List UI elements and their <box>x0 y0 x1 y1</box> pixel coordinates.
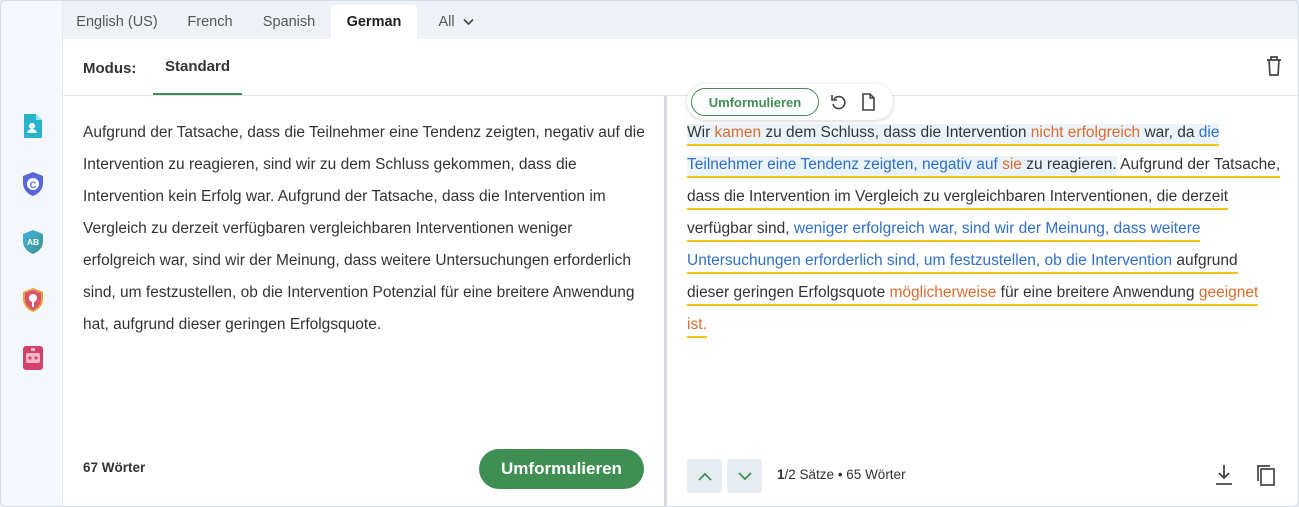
changed-word[interactable]: sie <box>1002 156 1022 173</box>
output-word-count: 65 Wörter <box>846 467 906 482</box>
chevron-down-icon <box>737 471 752 480</box>
chevron-up-icon <box>697 472 712 481</box>
modus-label: Modus: <box>83 60 137 77</box>
pane-divider[interactable] <box>664 96 667 506</box>
paraphraser-window: C AB English (US) French Spanish German … <box>0 0 1299 507</box>
sentence-word-info: 1/2 Sätze • 65 Wörter <box>777 467 906 482</box>
shield-c-icon[interactable]: C <box>21 171 45 197</box>
output-phrase: war, da <box>1140 124 1199 141</box>
previous-sentence-button[interactable] <box>687 459 722 493</box>
ab-shield-icon[interactable]: AB <box>21 229 45 255</box>
robot-icon[interactable] <box>21 345 45 371</box>
tab-french[interactable]: French <box>171 5 249 39</box>
output-phrase: zu dem Schluss, dass die Intervention <box>761 124 1031 141</box>
output-phrase: zu reagieren <box>1021 156 1113 173</box>
changed-word[interactable]: nicht erfolgreich <box>1031 124 1140 141</box>
next-sentence-button[interactable] <box>727 459 762 493</box>
copy-sentence-icon[interactable] <box>859 93 877 111</box>
mode-standard[interactable]: Standard <box>153 39 242 95</box>
language-tabbar: English (US) French Spanish German All <box>63 1 1298 39</box>
sentence-total: /2 Sätze <box>784 467 835 482</box>
copy-all-icon[interactable] <box>1255 463 1277 487</box>
tab-german[interactable]: German <box>331 5 417 39</box>
mode-bar: Modus: Standard <box>63 39 1298 96</box>
trash-icon[interactable] <box>1264 55 1284 77</box>
changed-word[interactable]: möglicherweise <box>890 284 997 301</box>
paraphrase-button[interactable]: Umformulieren <box>479 449 644 489</box>
input-word-count: 67 Wörter <box>83 460 146 475</box>
rephrase-sentence-button[interactable]: Umformulieren <box>691 88 819 116</box>
svg-text:C: C <box>30 180 37 190</box>
svg-text:AB: AB <box>27 237 39 247</box>
download-icon[interactable] <box>1213 463 1235 487</box>
sentence-current: 1 <box>777 467 785 482</box>
floating-toolbar: Umformulieren <box>687 84 893 120</box>
tab-english-us[interactable]: English (US) <box>67 5 167 39</box>
undo-icon[interactable] <box>830 93 848 111</box>
tab-spanish[interactable]: Spanish <box>251 5 327 39</box>
tool-sidebar: C AB <box>1 1 63 506</box>
output-phrase: für eine breitere Anwendung <box>996 284 1199 301</box>
magnifier-badge-icon[interactable] <box>21 287 45 313</box>
output-phrase: Wir <box>687 124 715 141</box>
output-sentence[interactable]: Aufgrund der Tatsache, dass die Interven… <box>687 156 1281 338</box>
tab-all[interactable]: All <box>421 5 491 39</box>
input-text[interactable]: Aufgrund der Tatsache, dass die Teilnehm… <box>83 117 648 341</box>
changed-word[interactable]: kamen <box>715 124 762 141</box>
tab-all-label: All <box>438 14 455 30</box>
output-text: Wir kamen zu dem Schluss, dass die Inter… <box>687 117 1282 341</box>
chevron-down-icon <box>462 5 474 39</box>
document-user-icon[interactable] <box>21 113 45 139</box>
